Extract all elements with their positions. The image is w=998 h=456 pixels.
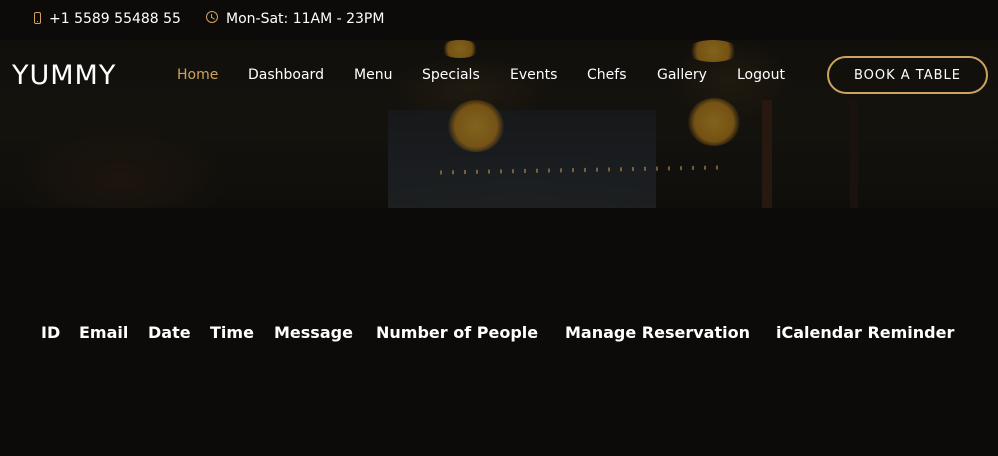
nav-dashboard[interactable]: Dashboard [248, 67, 324, 83]
nav-home[interactable]: Home [177, 67, 218, 83]
column-header-icalendar-reminder: iCalendar Reminder [776, 323, 955, 342]
nav-logout[interactable]: Logout [737, 67, 785, 83]
opening-hours: Mon-Sat: 11AM - 23PM [226, 11, 385, 27]
column-header-message: Message [274, 323, 353, 342]
nav-gallery[interactable]: Gallery [657, 67, 707, 83]
opening-hours-info: Mon-Sat: 11AM - 23PM [206, 11, 384, 27]
column-header-id: ID [41, 323, 61, 342]
column-header-time: Time [210, 323, 254, 342]
site-logo[interactable]: YUMMY [12, 60, 116, 91]
clock-icon [206, 11, 218, 23]
nav-specials[interactable]: Specials [422, 67, 480, 83]
phone-icon [34, 12, 41, 24]
top-info-bar: +1 5589 55488 55 Mon-Sat: 11AM - 23PM [0, 0, 998, 40]
column-header-manage-reservation: Manage Reservation [565, 323, 750, 342]
column-header-date: Date [148, 323, 191, 342]
phone-info: +1 5589 55488 55 [34, 11, 181, 27]
column-header-number-of-people: Number of People [376, 323, 539, 342]
phone-number: +1 5589 55488 55 [49, 11, 181, 27]
nav-menu[interactable]: Menu [354, 67, 392, 83]
nav-events[interactable]: Events [510, 67, 557, 83]
main-navbar: YUMMY Home Dashboard Menu Specials Event… [0, 48, 998, 104]
nav-chefs[interactable]: Chefs [587, 67, 626, 83]
column-header-email: Email [79, 323, 129, 342]
reservations-table-header: ID Email Date Time Message Number of Peo… [0, 323, 998, 343]
reservations-section: ID Email Date Time Message Number of Peo… [0, 208, 998, 456]
book-a-table-button[interactable]: BOOK A TABLE [827, 56, 988, 94]
